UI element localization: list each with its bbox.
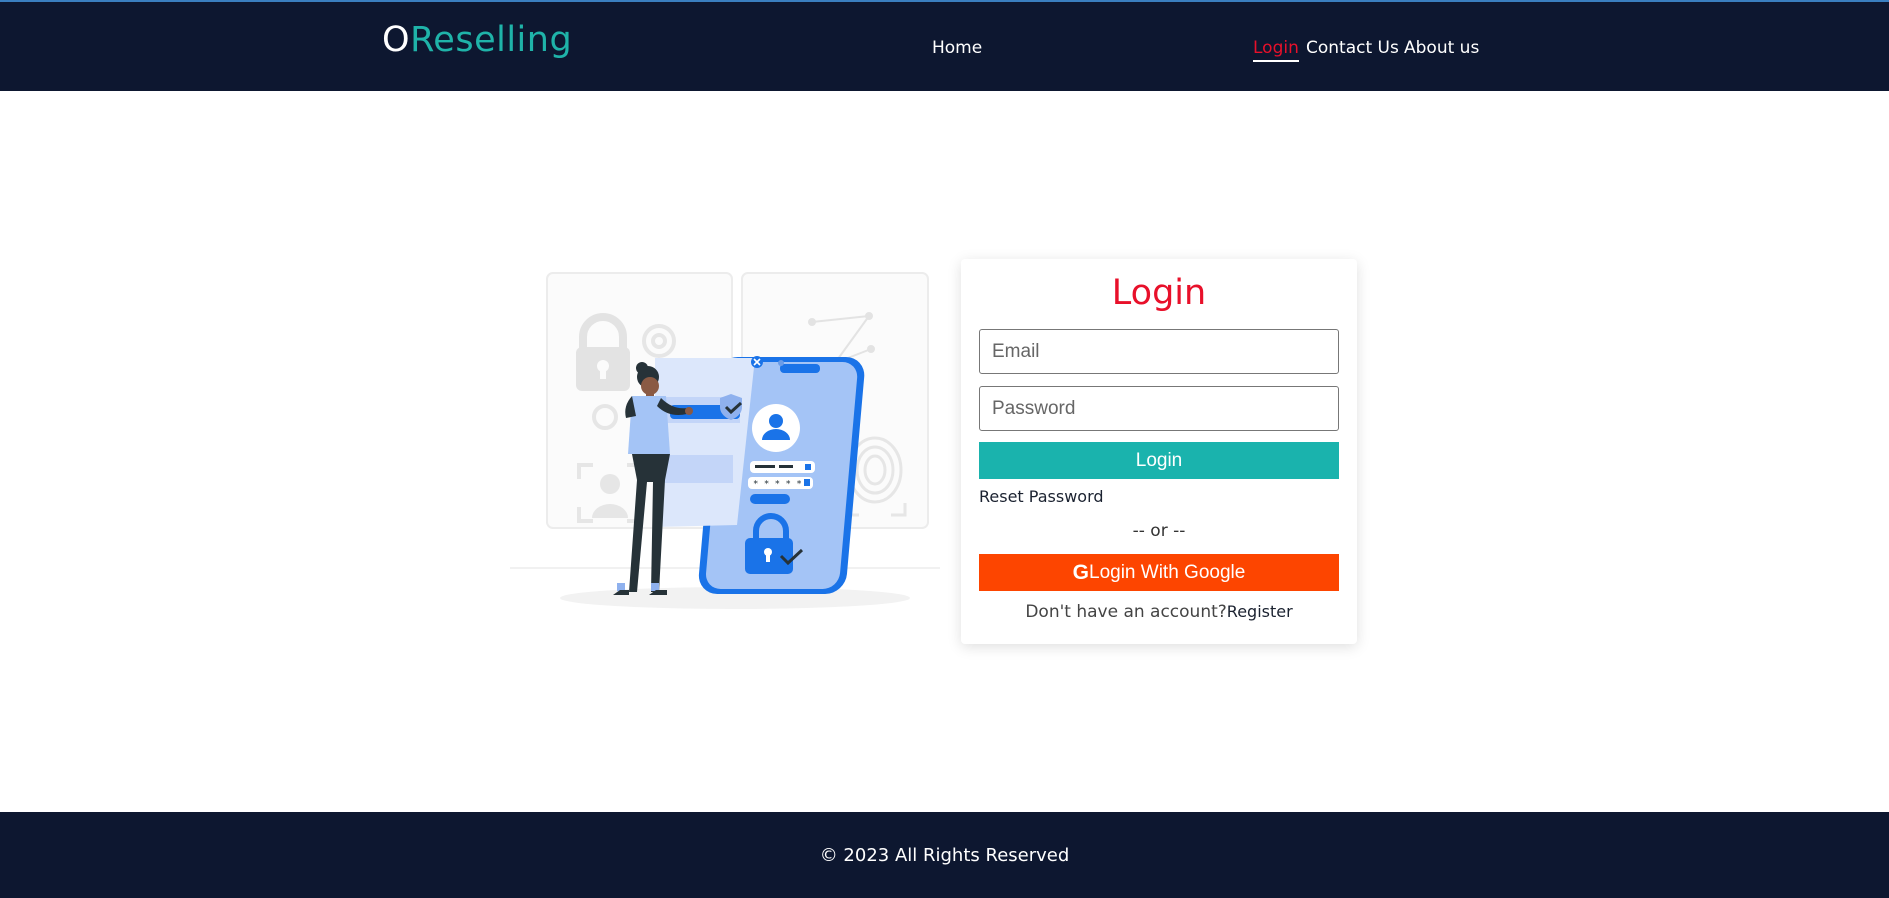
no-account-text: Don't have an account? <box>1025 602 1227 622</box>
copyright-text: © 2023 All Rights Reserved <box>819 845 1070 866</box>
password-field[interactable] <box>979 386 1339 431</box>
login-with-google-button[interactable]: G Login With Google <box>979 554 1339 591</box>
phone-password-mask: * * * * * <box>753 480 802 490</box>
field-lock-icon <box>804 479 810 486</box>
phone-submit-button <box>750 494 790 504</box>
email-field[interactable] <box>979 329 1339 374</box>
secure-login-illustration: * * * * * <box>510 272 940 609</box>
register-prompt: Don't have an account?Register <box>961 602 1357 622</box>
nav-login-link[interactable]: Login <box>1253 38 1299 62</box>
google-icon: G <box>1072 560 1089 584</box>
register-link[interactable]: Register <box>1227 602 1293 621</box>
nav-about-link[interactable]: About us <box>1404 38 1479 58</box>
google-button-label: Login With Google <box>1089 561 1246 583</box>
field-user-icon <box>805 464 811 470</box>
brand-logo-name: Reselling <box>410 20 573 60</box>
reset-password-link[interactable]: Reset Password <box>979 487 1104 506</box>
or-divider: -- or -- <box>1132 521 1186 541</box>
login-title: Login <box>1111 273 1207 313</box>
footer: © 2023 All Rights Reserved <box>0 812 1889 898</box>
login-illustration: * * * * * <box>505 265 945 625</box>
nav-contact-link[interactable]: Contact Us <box>1306 38 1399 58</box>
login-card: Login Login Reset Password -- or -- GLog… <box>961 259 1357 644</box>
navbar: OReselling Home Login Contact Us About u… <box>0 0 1889 91</box>
login-button[interactable]: Login <box>979 442 1339 479</box>
brand-logo-letter: O <box>382 20 411 60</box>
brand-logo[interactable]: OReselling <box>382 20 572 60</box>
nav-home-link[interactable]: Home <box>932 38 982 58</box>
